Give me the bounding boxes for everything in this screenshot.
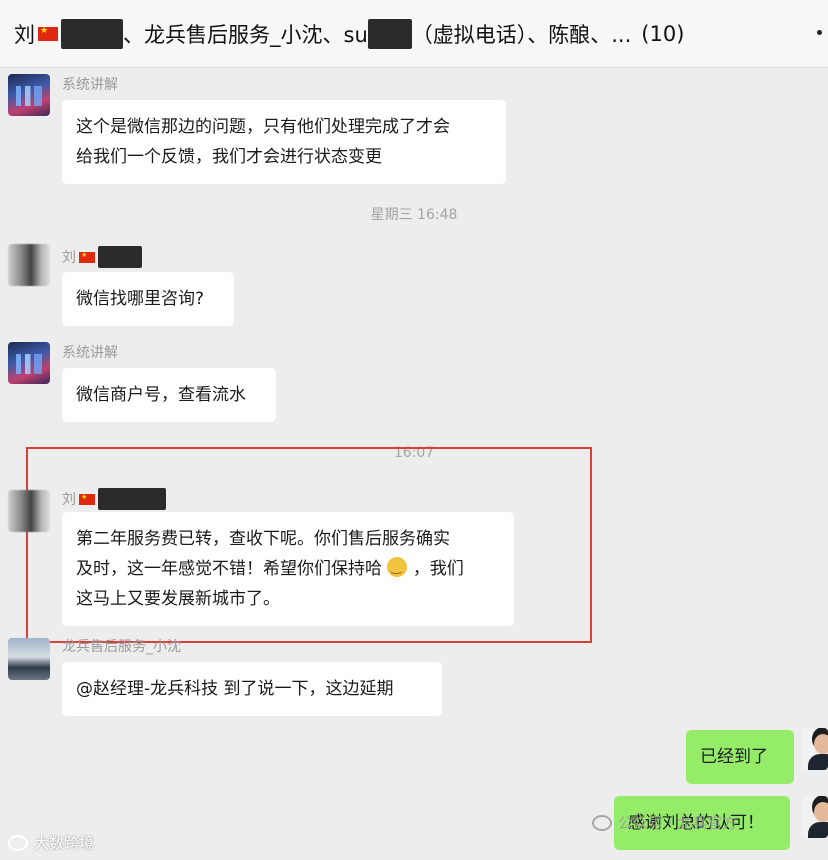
member-count: (10) [641, 21, 685, 46]
my-message-bubble[interactable]: 已经到了 [686, 730, 794, 784]
message-bubble[interactable]: 这个是微信那边的问题，只有他们处理完成了才会 给我们一个反馈，我们才会进行状态变… [62, 100, 506, 184]
redacted-name [367, 18, 412, 49]
title-participants-tail: （虚拟电话）、陈酿、... [411, 22, 632, 47]
message-line: @赵经理-龙兵科技 到了说一下，这边延期 [76, 679, 394, 699]
message-line: 已经到了 [700, 747, 768, 767]
sender-name: 系统讲解 [62, 345, 118, 361]
avatar-system[interactable] [8, 74, 50, 116]
redacted-name [98, 488, 166, 510]
message-line: 及时，这一年感觉不错！希望你们保持哈 ，我们 [76, 554, 500, 584]
title-participants: 、龙兵售后服务_小沈、su [123, 22, 368, 47]
chat-title[interactable]: 刘 、龙兵售后服务_小沈、su （虚拟电话）、陈酿、... (10) [14, 18, 685, 49]
sender-name: 龙兵售后服务_小沈 [62, 639, 181, 655]
sender-name: 刘 [62, 488, 166, 510]
title-name-prefix: 刘 [14, 22, 35, 47]
timestamp: 星期三 16:48 [370, 207, 458, 223]
redacted-name [61, 18, 123, 49]
avatar-longbing-support[interactable] [8, 638, 50, 680]
message-bubble[interactable]: 微信找哪里咨询? [62, 272, 234, 326]
avatar-system[interactable] [8, 342, 50, 384]
message-line: 这马上又要发展新城市了。 [76, 589, 280, 609]
wechat-icon [592, 814, 612, 831]
avatar-user-liu[interactable] [8, 244, 50, 286]
sender-name: 刘 [62, 246, 142, 268]
watermark-right: 公众号 · 龙兵官方 [592, 812, 737, 833]
sender-name: 系统讲解 [62, 77, 118, 93]
avatar-me[interactable] [802, 728, 828, 770]
chat-header: 刘 、龙兵售后服务_小沈、su （虚拟电话）、陈酿、... (10) [0, 0, 828, 68]
message-bubble[interactable]: 微信商户号，查看流水 [62, 368, 276, 422]
china-flag-icon [79, 492, 95, 505]
message-line: 第二年服务费已转，查收下呢。你们售后服务确实 [76, 529, 450, 549]
message-bubble[interactable]: @赵经理-龙兵科技 到了说一下，这边延期 [62, 662, 442, 716]
china-flag-icon [79, 250, 95, 263]
more-options-icon[interactable] [817, 30, 822, 35]
china-flag-icon [38, 24, 58, 41]
watermark-left: 大数跨境 [8, 832, 94, 853]
message-line: 微信找哪里咨询? [76, 289, 205, 309]
message-line: 给我们一个反馈，我们才会进行状态变更 [76, 147, 382, 167]
avatar-me[interactable] [802, 796, 828, 838]
message-line: 微信商户号，查看流水 [76, 385, 246, 405]
message-bubble[interactable]: 第二年服务费已转，查收下呢。你们售后服务确实 及时，这一年感觉不错！希望你们保持… [62, 512, 514, 626]
avatar-user-liu[interactable] [8, 490, 50, 532]
message-line: 这个是微信那边的问题，只有他们处理完成了才会 [76, 117, 450, 137]
smile-emoji-icon [387, 557, 408, 577]
watermark-logo-icon [8, 834, 28, 851]
redacted-name [98, 246, 142, 268]
